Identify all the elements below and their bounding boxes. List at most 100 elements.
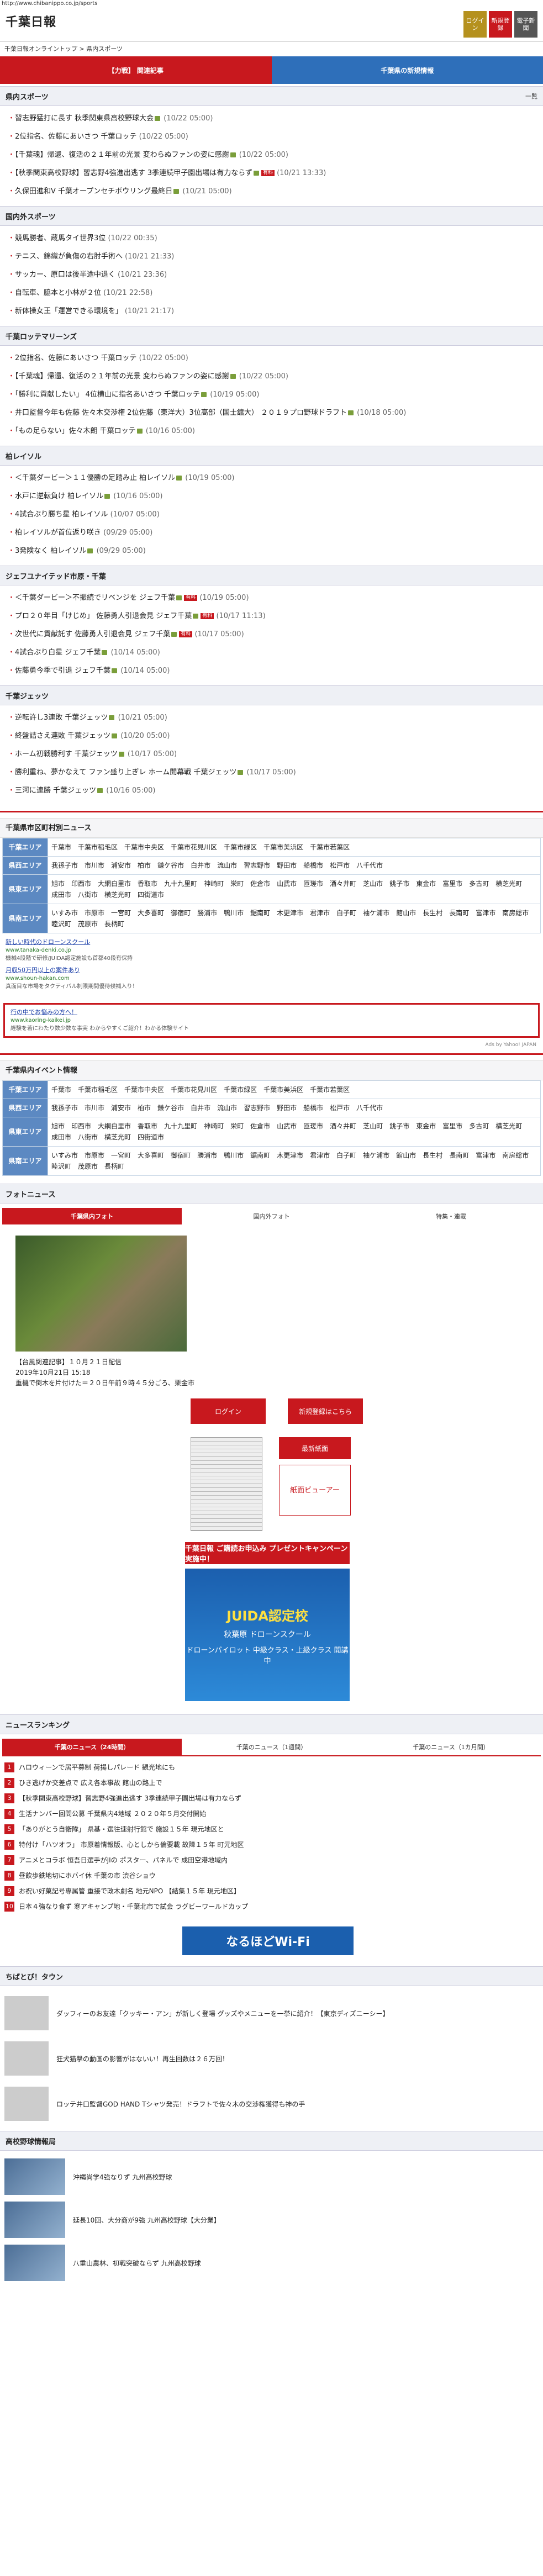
news-item[interactable]: ・新体操女王「運営できる環境を」 (10/21 21:17) bbox=[8, 302, 535, 320]
more-link[interactable]: 一覧 bbox=[525, 92, 537, 101]
city-link[interactable]: 銚子市 bbox=[389, 878, 409, 889]
ranking-title[interactable]: 日本４強なり食ず 寒アキャンプ地・千葉北市で試会 ラグビーワールドカップ bbox=[19, 1902, 248, 1911]
news-item[interactable]: ・佐藤勇今季で引退 ジェフ千葉 (10/14 05:00) bbox=[8, 662, 535, 680]
city-link[interactable]: 山武市 bbox=[277, 1121, 297, 1132]
news-photo[interactable] bbox=[15, 1236, 187, 1352]
breadcrumb[interactable]: 千葉日報オンライントップ > 県内スポーツ bbox=[0, 43, 543, 55]
news-title[interactable]: 「もの足らない」佐々木朗 千葉ロッテ bbox=[15, 427, 136, 435]
news-item[interactable]: ・2位指名、佐藤にあいさつ 千葉ロッテ (10/22 05:00) bbox=[8, 128, 535, 146]
city-link[interactable]: 旭市 bbox=[51, 1121, 65, 1132]
news-item[interactable]: ・水戸に逆転負け 柏レイソル (10/16 05:00) bbox=[8, 487, 535, 505]
city-link[interactable]: 一宮町 bbox=[111, 1150, 131, 1161]
city-link[interactable]: 浦安市 bbox=[111, 1102, 131, 1113]
city-link[interactable]: 鋸南町 bbox=[250, 1150, 270, 1161]
news-title[interactable]: 久保田進和V 千葉オープンセチボウリング最終日 bbox=[15, 187, 172, 196]
city-link[interactable]: 勝浦市 bbox=[197, 907, 217, 919]
city-link[interactable]: 富津市 bbox=[476, 1150, 495, 1161]
city-link[interactable]: 長柄町 bbox=[104, 1161, 124, 1172]
city-link[interactable]: 鎌ケ谷市 bbox=[157, 1102, 184, 1113]
news-title[interactable]: 柏レイソルが首位返り咲き bbox=[15, 529, 101, 537]
city-link[interactable]: 南房総市 bbox=[502, 907, 529, 919]
city-link[interactable]: 長南町 bbox=[449, 1150, 469, 1161]
city-link[interactable]: 八街市 bbox=[78, 1132, 98, 1143]
hs-title[interactable]: 八重山農林、初戦突破ならず 九州高校野球 bbox=[73, 2258, 201, 2268]
hs-title[interactable]: 沖縄尚学4強なりず 九州高校野球 bbox=[73, 2172, 172, 2182]
city-link[interactable]: 睦沢町 bbox=[51, 919, 71, 930]
city-link[interactable]: 白井市 bbox=[191, 1102, 210, 1113]
city-link[interactable]: 市川市 bbox=[85, 1102, 104, 1113]
news-title[interactable]: プロ２０年目「けじめ」 佐藤勇人引退会見 ジェフ千葉 bbox=[15, 612, 192, 620]
city-link[interactable]: 館山市 bbox=[396, 1150, 416, 1161]
newspaper-thumbnail[interactable] bbox=[191, 1437, 262, 1531]
news-item[interactable]: ・サッカー、原口は後半途中退く (10/21 23:36) bbox=[8, 266, 535, 284]
news-title[interactable]: 4試合ぶり勝ち星 柏レイソル bbox=[15, 510, 108, 519]
city-link[interactable]: 東金市 bbox=[416, 878, 436, 889]
city-link[interactable]: 四街道市 bbox=[138, 889, 164, 900]
city-link[interactable]: 富里市 bbox=[442, 878, 462, 889]
city-link[interactable]: 香取市 bbox=[138, 878, 157, 889]
news-item[interactable]: ・「勝利に貢献したい」 4位横山に指名あいさつ 千葉ロッテ (10/19 05:… bbox=[8, 386, 535, 404]
city-link[interactable]: 芝山町 bbox=[363, 1121, 383, 1132]
city-link[interactable]: 千葉市 bbox=[51, 1084, 71, 1095]
ad-title[interactable]: 月収50万円以上の案件あり bbox=[6, 967, 80, 974]
news-item[interactable]: ・井口監督今年も佐藤 佐々木交渉権 2位佐藤（東洋大）3位高部（国士舘大） ２０… bbox=[8, 404, 535, 422]
city-link[interactable]: 千葉市稲毛区 bbox=[78, 1084, 118, 1095]
city-link[interactable]: 千葉市若葉区 bbox=[310, 842, 350, 853]
city-link[interactable]: 千葉市中央区 bbox=[124, 842, 164, 853]
city-link[interactable]: 柏市 bbox=[138, 860, 151, 871]
news-title[interactable]: 自転車、脇本と小林が２位 bbox=[15, 289, 101, 297]
city-link[interactable]: 多古町 bbox=[469, 878, 489, 889]
city-link[interactable]: いすみ市 bbox=[51, 1150, 78, 1161]
city-link[interactable]: 酒々井町 bbox=[330, 878, 356, 889]
drone-school-banner[interactable]: JUIDA認定校 秋葉原 ドローンスクール ドローンパイロット 中級クラス・上級クラ… bbox=[185, 1569, 350, 1701]
city-link[interactable]: 千葉市若葉区 bbox=[310, 1084, 350, 1095]
city-link[interactable]: 浦安市 bbox=[111, 860, 131, 871]
ranking-title[interactable]: 「ありがとう自衛隊」 県基・選往速射行館で 施設１５年 現元地区と bbox=[19, 1825, 224, 1834]
ranking-tab[interactable]: 千葉のニュース（1週間） bbox=[182, 1739, 361, 1755]
ranking-item[interactable]: 5 「ありがとう自衛隊」 県基・選往速射行館で 施設１５年 現元地区と bbox=[4, 1822, 539, 1837]
city-link[interactable]: 茂原市 bbox=[78, 1161, 98, 1172]
city-link[interactable]: 千葉市美浜区 bbox=[263, 1084, 303, 1095]
news-title[interactable]: 4試合ぶり白星 ジェフ千葉 bbox=[15, 648, 101, 657]
city-link[interactable]: 東金市 bbox=[416, 1121, 436, 1132]
city-link[interactable]: 八千代市 bbox=[356, 1102, 383, 1113]
news-title[interactable]: テニス、錦織が負傷の右肘手術へ bbox=[15, 252, 123, 261]
ranking-item[interactable]: 7 アニメとコラボ 恒吾日選手がJIの ポスター、パネルで 成田空港地域内 bbox=[4, 1852, 539, 1868]
town-title[interactable]: ダッフィーのお友達「クッキー・アン」が新しく登場 グッズやメニューを一挙に紹介！… bbox=[56, 2009, 389, 2018]
subscription-banner[interactable]: 千葉日報 ご購読お申込み プレゼントキャンペーン実施中！ bbox=[185, 1542, 350, 1564]
city-link[interactable]: 大網白里市 bbox=[98, 878, 131, 889]
city-link[interactable]: 我孫子市 bbox=[51, 1102, 78, 1113]
city-link[interactable]: 大多喜町 bbox=[138, 1150, 164, 1161]
town-title[interactable]: 狂犬猫撃の動画の影響がはないい！再生回数は２６万回！ bbox=[56, 2054, 229, 2063]
city-link[interactable]: 九十九里町 bbox=[164, 1121, 197, 1132]
header-button-2[interactable]: 電子新聞 bbox=[514, 11, 537, 38]
city-link[interactable]: 鋸南町 bbox=[250, 907, 270, 919]
news-item[interactable]: ・勝利重ね、夢かなえて ファン盛り上ぎレ ホーム開幕戦 千葉ジェッツ (10/1… bbox=[8, 763, 535, 782]
ranking-item[interactable]: 10 日本４強なり食ず 寒アキャンプ地・千葉北市で試会 ラグビーワールドカップ bbox=[4, 1899, 539, 1914]
city-link[interactable]: 千葉市美浜区 bbox=[263, 842, 303, 853]
city-link[interactable]: 大多喜町 bbox=[138, 907, 164, 919]
city-link[interactable]: 流山市 bbox=[217, 860, 237, 871]
news-title[interactable]: ＜千葉ダービー＞１１優勝の足踏み止 柏レイソル bbox=[15, 474, 175, 482]
news-title[interactable]: 「勝利に貢献したい」 4位横山に指名あいさつ 千葉ロッテ bbox=[15, 390, 200, 399]
site-logo[interactable]: 千葉日報 bbox=[6, 12, 56, 30]
city-link[interactable]: 鎌ケ谷市 bbox=[157, 860, 184, 871]
town-item[interactable]: ロッテ井口監督GOD HAND Tシャツ発売！ドラフトで佐々木の交渉権獲得も神の… bbox=[4, 2081, 539, 2126]
news-item[interactable]: ・自転車、脇本と小林が２位 (10/21 22:58) bbox=[8, 284, 535, 302]
news-item[interactable]: ・柏レイソルが首位返り咲き (09/29 05:00) bbox=[8, 524, 535, 542]
city-link[interactable]: 神崎町 bbox=[204, 1121, 224, 1132]
city-link[interactable]: 長柄町 bbox=[104, 919, 124, 930]
city-link[interactable]: 成田市 bbox=[51, 1132, 71, 1143]
ad-box[interactable]: 行の中でお悩みの方へ！ www.kaoring-kaikei.jp 経験を若にわたり… bbox=[3, 1003, 540, 1038]
ranking-title[interactable]: 生活ナンバー回問公募 千葉県内4地域 ２０２０年５月交付開始 bbox=[19, 1809, 206, 1818]
ad-box-title[interactable]: 行の中でお悩みの方へ！ bbox=[10, 1009, 77, 1016]
city-link[interactable]: 柏市 bbox=[138, 1102, 151, 1113]
city-link[interactable]: 松戸市 bbox=[330, 860, 350, 871]
ranking-title[interactable]: 特付け「ハツオラ」 市原着情報版、心としから倫要載 故障１５年 町元地区 bbox=[19, 1840, 244, 1849]
header-button-1[interactable]: 新規登録 bbox=[489, 11, 512, 38]
photo-tab[interactable]: 特集・連載 bbox=[361, 1208, 541, 1224]
news-item[interactable]: ・＜千葉ダービー＞１１優勝の足踏み止 柏レイソル (10/19 05:00) bbox=[8, 469, 535, 487]
hs-item[interactable]: 延長10回、大分商が9強 九州高校野球【大分業】 bbox=[4, 2198, 539, 2241]
login-button-1[interactable]: 新規登録はこちら bbox=[288, 1398, 363, 1424]
city-link[interactable]: 市川市 bbox=[85, 860, 104, 871]
